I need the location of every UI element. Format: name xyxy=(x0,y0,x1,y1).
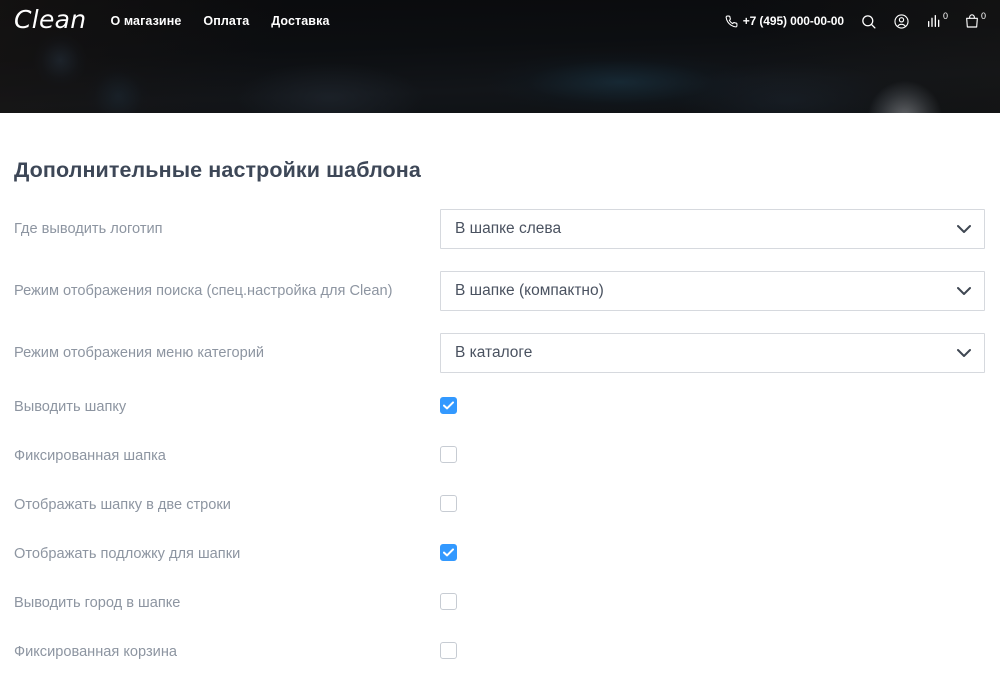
phone-icon xyxy=(725,15,738,28)
setting-field: В каталоге xyxy=(440,333,1000,373)
checkbox-show-city[interactable] xyxy=(440,593,457,610)
setting-field xyxy=(440,493,1000,512)
select-value: В каталоге xyxy=(455,344,533,362)
header-bar: Clean О магазине Оплата Доставка +7 (495… xyxy=(0,0,1000,42)
setting-field xyxy=(440,395,1000,414)
select-value: В шапке (компактно) xyxy=(455,282,604,300)
cart-count-badge: 0 xyxy=(980,11,986,21)
setting-label: Фиксированная корзина xyxy=(14,644,178,660)
setting-field xyxy=(440,640,1000,659)
site-logo[interactable]: Clean xyxy=(14,7,86,35)
search-icon xyxy=(860,13,877,30)
setting-row-fixed-cart: Фиксированная корзина xyxy=(14,640,1000,672)
setting-row-logo-position: Где выводить логотип В шапке слева xyxy=(14,209,1000,249)
setting-row-category-menu-mode: Режим отображения меню категорий В катал… xyxy=(14,333,1000,373)
compare-button[interactable]: 0 xyxy=(926,11,948,29)
setting-label: Отображать шапку в две строки xyxy=(14,497,231,513)
compare-icon xyxy=(926,13,942,29)
setting-row-fixed-header: Фиксированная шапка xyxy=(14,444,1000,476)
cart-icon xyxy=(964,13,980,29)
header-actions: +7 (495) 000-00-00 0 0 xyxy=(725,11,986,30)
checkbox-two-line-header[interactable] xyxy=(440,495,457,512)
setting-field xyxy=(440,542,1000,561)
setting-row-header-backdrop: Отображать подложку для шапки xyxy=(14,542,1000,574)
check-icon xyxy=(443,401,454,410)
setting-label: Выводить город в шапке xyxy=(14,595,181,611)
setting-row-two-line-header: Отображать шапку в две строки xyxy=(14,493,1000,525)
setting-label: Выводить шапку xyxy=(14,399,127,415)
setting-row-show-header: Выводить шапку xyxy=(14,395,1000,427)
setting-row-show-city: Выводить город в шапке xyxy=(14,591,1000,623)
select-logo-position[interactable]: В шапке слева xyxy=(440,209,985,249)
setting-label: Режим отображения меню категорий xyxy=(14,345,265,361)
checkbox-fixed-cart[interactable] xyxy=(440,642,457,659)
setting-field: В шапке слева xyxy=(440,209,1000,249)
nav-item-delivery[interactable]: Доставка xyxy=(271,14,329,28)
phone-number: +7 (495) 000-00-00 xyxy=(742,14,844,28)
settings-page: Дополнительные настройки шаблона Где выв… xyxy=(0,158,1000,672)
header-phone[interactable]: +7 (495) 000-00-00 xyxy=(725,14,844,28)
main-navigation: О магазине Оплата Доставка xyxy=(110,14,329,28)
search-button[interactable] xyxy=(860,13,877,30)
setting-field xyxy=(440,444,1000,463)
setting-label: Режим отображения поиска (спец.настройка… xyxy=(14,283,393,299)
check-icon xyxy=(443,548,454,557)
setting-field xyxy=(440,591,1000,610)
template-settings-form: Где выводить логотип В шапке слева Режим… xyxy=(14,209,1000,672)
checkbox-fixed-header[interactable] xyxy=(440,446,457,463)
site-header-banner: Clean О магазине Оплата Доставка +7 (495… xyxy=(0,0,1000,113)
account-icon xyxy=(893,13,910,30)
nav-item-payment[interactable]: Оплата xyxy=(203,14,249,28)
cart-button[interactable]: 0 xyxy=(964,11,986,29)
setting-row-search-mode: Режим отображения поиска (спец.настройка… xyxy=(14,271,1000,311)
select-category-menu-mode[interactable]: В каталоге xyxy=(440,333,985,373)
chevron-down-icon xyxy=(957,225,971,234)
chevron-down-icon xyxy=(957,287,971,296)
checkbox-header-backdrop[interactable] xyxy=(440,544,457,561)
account-button[interactable] xyxy=(893,13,910,30)
setting-label: Фиксированная шапка xyxy=(14,448,166,464)
chevron-down-icon xyxy=(957,349,971,358)
setting-field: В шапке (компактно) xyxy=(440,271,1000,311)
nav-item-about[interactable]: О магазине xyxy=(110,14,181,28)
select-search-mode[interactable]: В шапке (компактно) xyxy=(440,271,985,311)
setting-label: Где выводить логотип xyxy=(14,221,163,237)
compare-count-badge: 0 xyxy=(942,11,948,21)
checkbox-show-header[interactable] xyxy=(440,397,457,414)
select-value: В шапке слева xyxy=(455,220,562,238)
setting-label: Отображать подложку для шапки xyxy=(14,546,241,562)
page-title: Дополнительные настройки шаблона xyxy=(14,158,421,182)
